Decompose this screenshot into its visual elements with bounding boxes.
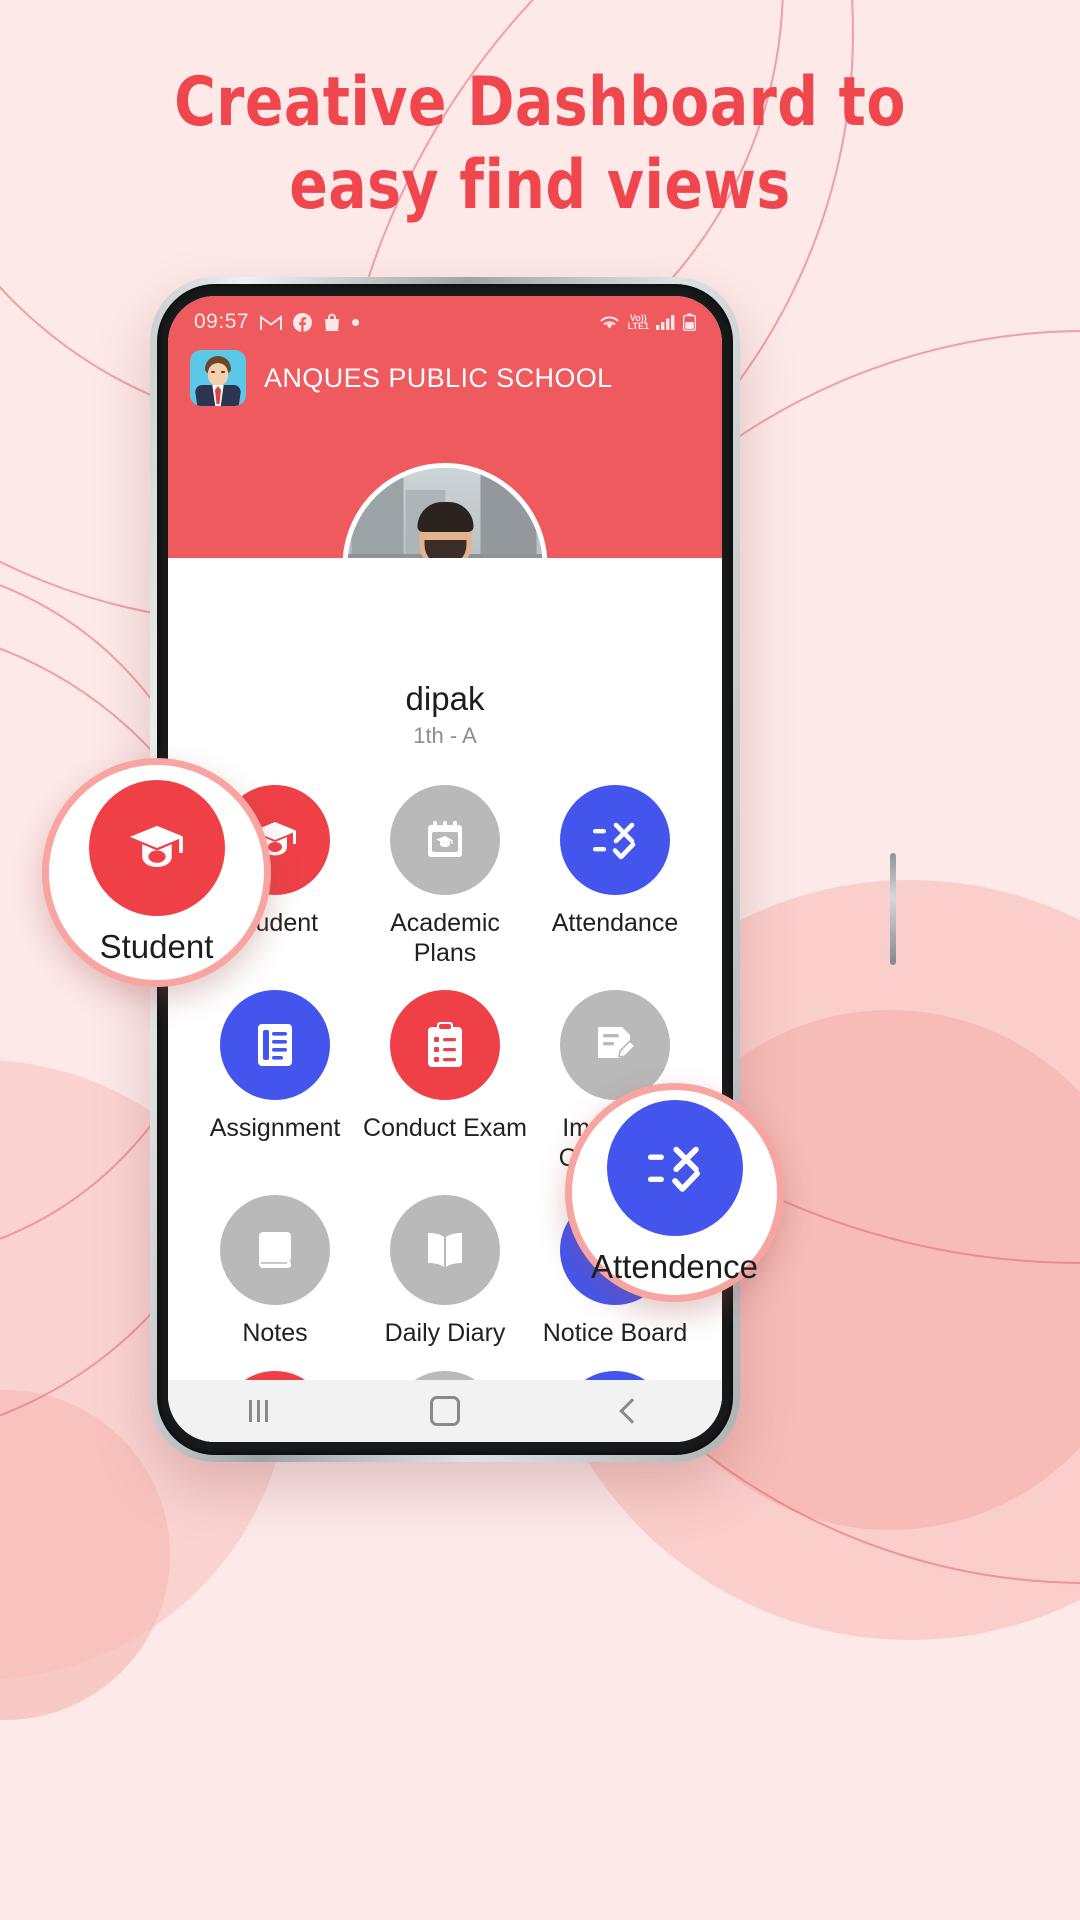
- graduation-cap-icon: [88, 779, 225, 916]
- grid-label: Notes: [242, 1319, 308, 1347]
- app-header: 09:57 Vo)) LTE1 ANQUES PUBLIC SCHOOL: [168, 296, 722, 668]
- grid-label: Conduct Exam: [363, 1114, 527, 1142]
- grid-label: Notice Board: [542, 1319, 688, 1347]
- open-book-icon: [390, 1195, 500, 1305]
- grid-item-daily-diary[interactable]: Daily Diary: [360, 1195, 530, 1349]
- status-time: 09:57: [194, 310, 250, 333]
- calendar-cap-icon: [390, 785, 500, 895]
- power-button[interactable]: [890, 853, 896, 965]
- android-nav-bar: [168, 1380, 722, 1442]
- list-document-icon: [220, 990, 330, 1100]
- student-name: dipak: [405, 680, 485, 717]
- school-name: ANQUES PUBLIC SCHOOL: [264, 362, 613, 393]
- status-bar-left: 09:57: [194, 310, 360, 334]
- checklist-icon: [560, 785, 670, 895]
- headline-line-1: Creative Dashboard to: [174, 63, 906, 142]
- grid-item-assignment[interactable]: Assignment: [190, 990, 360, 1173]
- status-bar: 09:57 Vo)) LTE1: [168, 296, 722, 334]
- grid-item-conduct-exam[interactable]: Conduct Exam: [360, 990, 530, 1173]
- book-icon: [220, 1195, 330, 1305]
- app-title-bar: ANQUES PUBLIC SCHOOL: [168, 334, 722, 406]
- app-body: dipak 1th - A Student Academic Plans Att…: [168, 558, 722, 1442]
- shopping-bag-icon: [323, 313, 341, 332]
- volte-icon: Vo)) LTE1: [627, 314, 649, 331]
- grid-label: Academic Plans: [390, 909, 500, 967]
- document-pencil-icon: [560, 990, 670, 1100]
- back-icon[interactable]: [619, 1398, 645, 1424]
- recents-icon[interactable]: [249, 1400, 269, 1422]
- grid-item-notes[interactable]: Notes: [190, 1195, 360, 1349]
- wifi-icon: [598, 313, 621, 331]
- gmail-icon: [260, 314, 283, 331]
- student-class: 1th - A: [413, 723, 477, 748]
- grid-item-attendance[interactable]: Attendance: [530, 785, 700, 968]
- facebook-icon: [293, 312, 313, 332]
- headline-line-2: easy find views: [289, 145, 791, 225]
- volte-bottom: LTE1: [627, 321, 649, 331]
- callout-label: Student: [99, 927, 214, 965]
- grid-item-academic-plans[interactable]: Academic Plans: [360, 785, 530, 968]
- checklist-icon: [606, 1099, 743, 1236]
- callout-attendance[interactable]: Attendence: [565, 1083, 784, 1302]
- dot-icon: [352, 318, 360, 326]
- signal-icon: [656, 314, 676, 330]
- battery-icon: [683, 313, 696, 331]
- callout-label: Attendence: [591, 1247, 758, 1285]
- user-avatar[interactable]: [190, 350, 246, 406]
- grid-label: Daily Diary: [384, 1319, 506, 1347]
- clipboard-exam-icon: [390, 990, 500, 1100]
- promo-headline: Creative Dashboard to easy find views: [38, 62, 1042, 228]
- home-icon[interactable]: [430, 1396, 461, 1426]
- status-bar-right: Vo)) LTE1: [598, 313, 696, 331]
- grid-label: Attendance: [551, 909, 679, 937]
- callout-student[interactable]: Student: [42, 758, 271, 987]
- grid-label: Assignment: [209, 1114, 341, 1142]
